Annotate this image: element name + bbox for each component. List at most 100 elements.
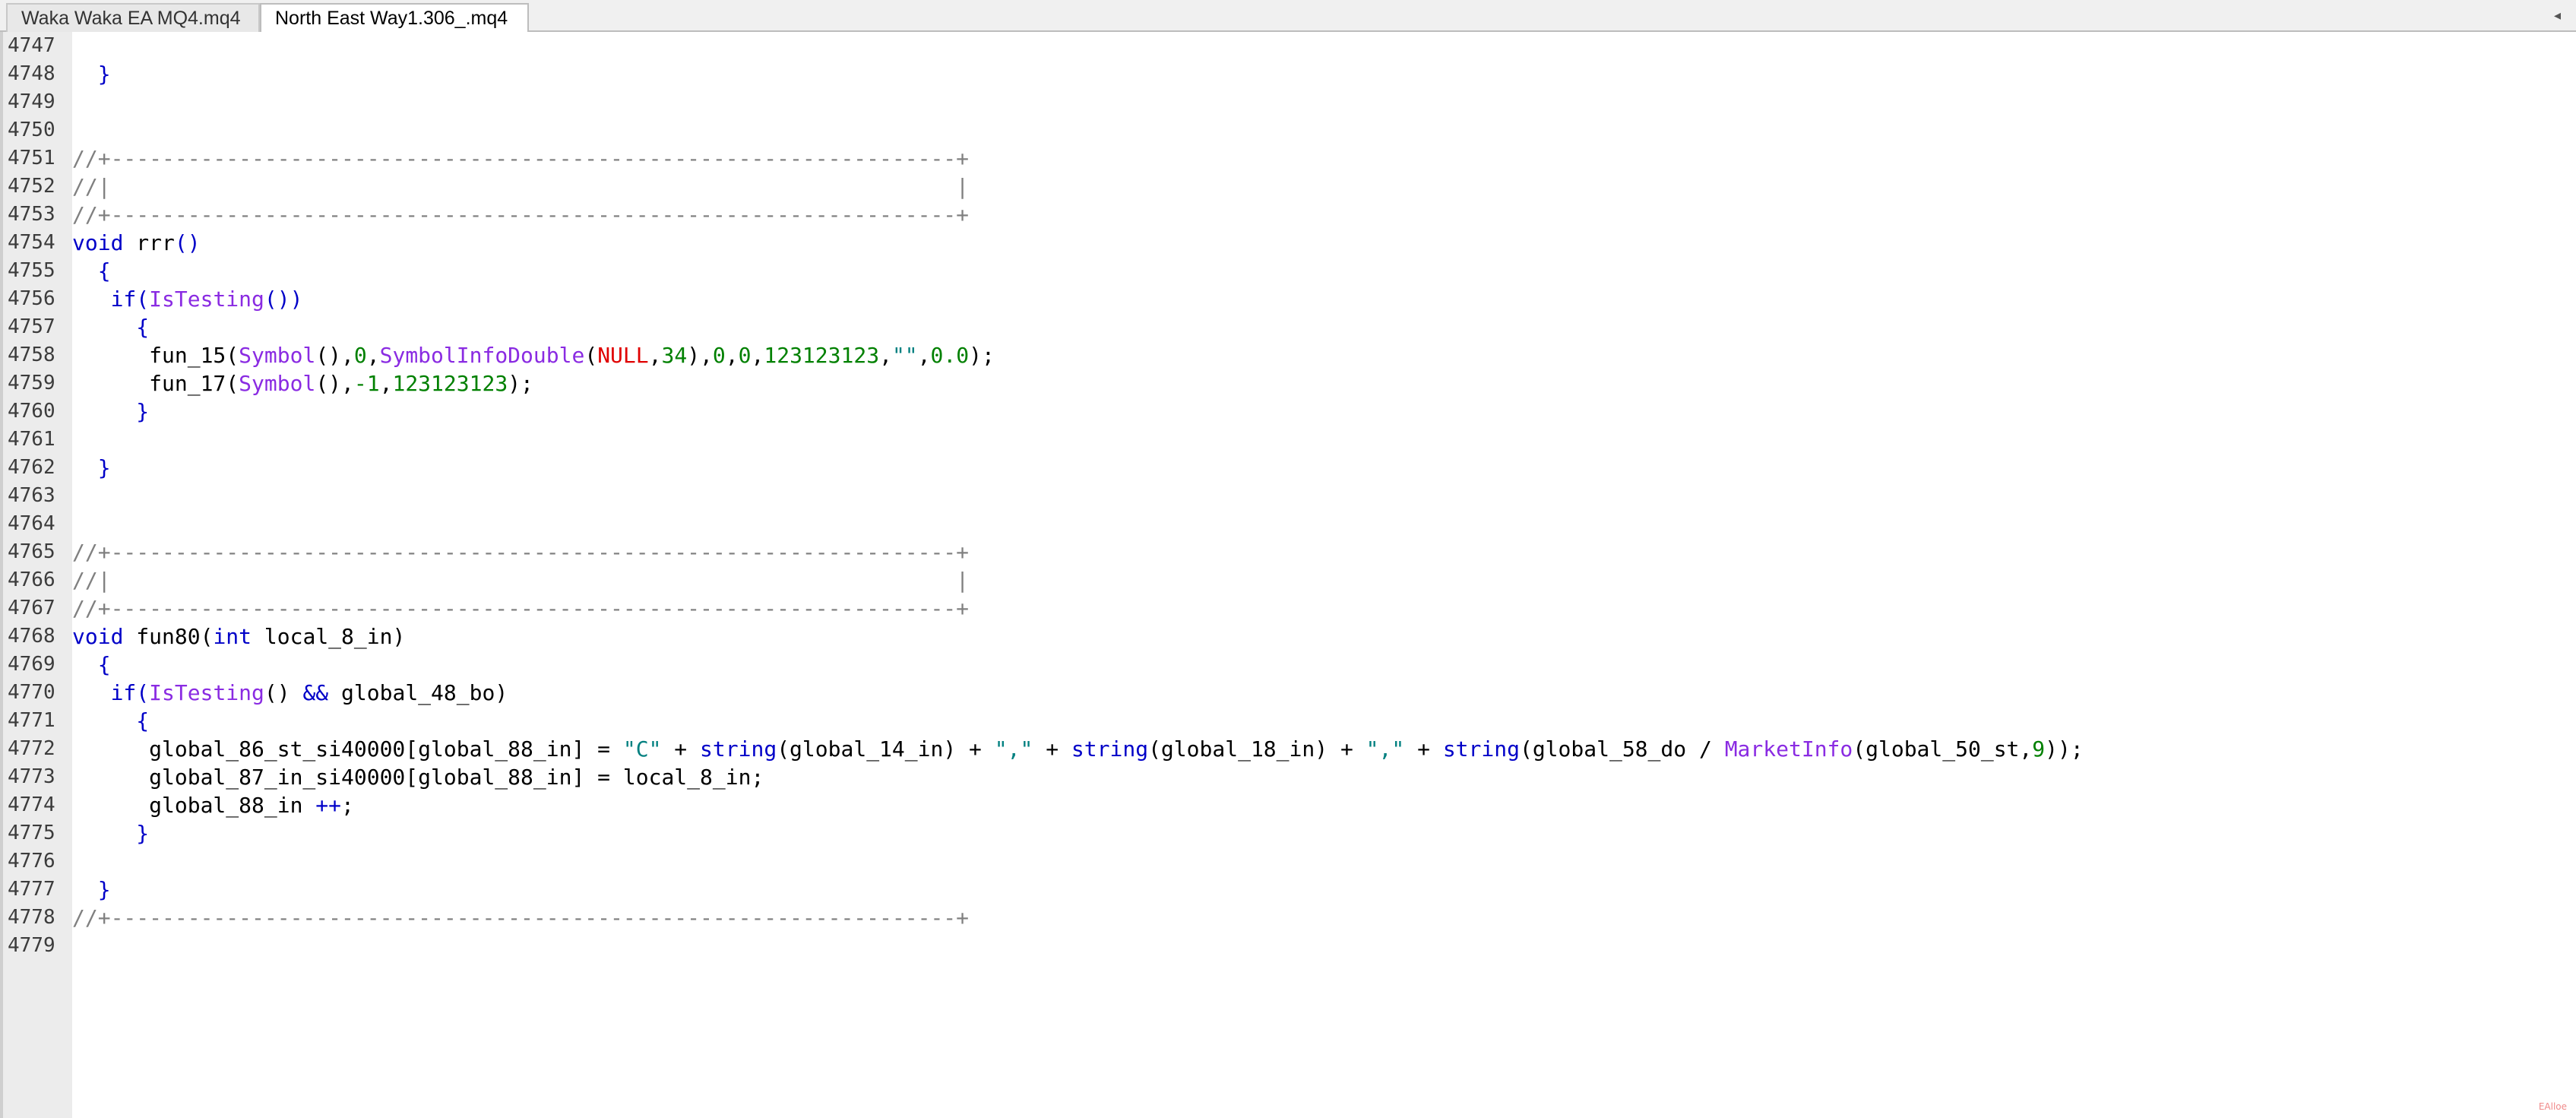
code-line[interactable]: 4749 bbox=[0, 88, 2576, 116]
code-line[interactable]: 4779 bbox=[0, 932, 2576, 960]
code-token: string bbox=[1442, 736, 1520, 762]
code-line[interactable]: 4752 //| | bbox=[0, 173, 2576, 201]
tab-waka-waka[interactable]: Waka Waka EA MQ4.mq4 bbox=[6, 3, 260, 32]
code-line[interactable]: 4759 fun_17(Symbol(),-1,123123123); bbox=[0, 369, 2576, 397]
code-token: { bbox=[136, 315, 150, 340]
code-text: if(IsTesting() && global_48_bo) bbox=[72, 679, 508, 707]
code-token: fun80( bbox=[123, 624, 214, 649]
code-line[interactable]: 4764 bbox=[0, 510, 2576, 538]
code-token: { bbox=[97, 258, 111, 283]
code-token: IsTesting bbox=[149, 287, 264, 312]
code-line[interactable]: 4770 if(IsTesting() && global_48_bo) bbox=[0, 679, 2576, 707]
code-line[interactable]: 4763 bbox=[0, 482, 2576, 510]
tab-north-east-way[interactable]: North East Way1.306_.mq4 bbox=[260, 3, 529, 33]
code-line[interactable]: 4778 //+---------------------------------… bbox=[0, 904, 2576, 932]
code-line[interactable]: 4766 //| | bbox=[0, 566, 2576, 594]
code-line[interactable]: 4776 bbox=[0, 847, 2576, 876]
code-line[interactable]: 4772 global_86_st_si40000[global_88_in] … bbox=[0, 735, 2576, 763]
code-text: //+-------------------------------------… bbox=[72, 144, 969, 173]
code-line[interactable]: 4760 } bbox=[0, 397, 2576, 426]
code-token: (global_18_in) + bbox=[1148, 736, 1366, 762]
code-text: { bbox=[72, 313, 149, 341]
code-token: if( bbox=[110, 680, 150, 705]
code-token: + bbox=[661, 736, 701, 762]
code-token: global_48_bo) bbox=[328, 680, 508, 705]
code-line[interactable]: 4767 //+---------------------------------… bbox=[0, 594, 2576, 622]
line-number: 4777 bbox=[8, 878, 55, 901]
code-line[interactable]: 4754 void rrr() bbox=[0, 229, 2576, 257]
code-token: //+-------------------------------------… bbox=[72, 202, 970, 227]
code-line[interactable]: 4756 if(IsTesting()) bbox=[0, 285, 2576, 313]
code-token: string bbox=[700, 736, 777, 762]
code-text: //| | bbox=[72, 566, 969, 594]
tab-bar: Waka Waka EA MQ4.mq4 North East Way1.306… bbox=[0, 0, 2576, 33]
code-text: { bbox=[72, 707, 149, 735]
code-line[interactable]: 4747 bbox=[0, 32, 2576, 60]
code-token: , bbox=[725, 343, 739, 368]
code-line[interactable]: 4758 fun_15(Symbol(),0,SymbolInfoDouble(… bbox=[0, 341, 2576, 369]
code-token: )); bbox=[2045, 736, 2084, 762]
code-line[interactable]: 4775 } bbox=[0, 819, 2576, 847]
code-token: "," bbox=[1366, 736, 1405, 762]
code-line[interactable]: 4753 //+---------------------------------… bbox=[0, 201, 2576, 229]
code-token: rrr bbox=[123, 230, 175, 255]
line-number: 4779 bbox=[8, 934, 55, 957]
code-token: global_86_st_si40000[global_88_in] = bbox=[72, 736, 623, 762]
code-token: ); bbox=[508, 371, 533, 396]
line-number: 4757 bbox=[8, 315, 55, 338]
code-editor[interactable]: 4747 4748 } 4749 4750 4751//+---------------… bbox=[0, 32, 2576, 1118]
code-text: global_86_st_si40000[global_88_in] = "C"… bbox=[72, 735, 2084, 763]
tab-scroll-left-icon[interactable]: ◂ bbox=[2554, 5, 2561, 27]
code-line[interactable]: 4761 bbox=[0, 426, 2576, 454]
code-line[interactable]: 4777 } bbox=[0, 876, 2576, 904]
code-line[interactable]: 4748 } bbox=[0, 60, 2576, 88]
code-text: //+-------------------------------------… bbox=[72, 594, 969, 622]
code-line[interactable]: 4773 global_87_in_si40000[global_88_in] … bbox=[0, 763, 2576, 791]
code-token: { bbox=[136, 708, 150, 733]
code-line[interactable]: 4774 global_88_in ++; bbox=[0, 791, 2576, 819]
code-token: string bbox=[1071, 736, 1149, 762]
code-line[interactable]: 4757 { bbox=[0, 313, 2576, 341]
line-number: 4760 bbox=[8, 400, 55, 423]
line-number: 4759 bbox=[8, 372, 55, 394]
code-token: ; bbox=[341, 793, 354, 818]
line-number: 4764 bbox=[8, 512, 55, 535]
code-token: global_88_in bbox=[72, 793, 316, 818]
line-number: 4752 bbox=[8, 175, 55, 198]
code-token: SymbolInfoDouble bbox=[379, 343, 585, 368]
line-number: 4750 bbox=[8, 119, 55, 141]
code-line[interactable]: 4751 //+---------------------------------… bbox=[0, 144, 2576, 173]
code-line[interactable]: 4755 { bbox=[0, 257, 2576, 285]
code-token: IsTesting bbox=[149, 680, 264, 705]
code-text: global_87_in_si40000[global_88_in] = loc… bbox=[72, 763, 764, 791]
line-number: 4763 bbox=[8, 484, 55, 507]
code-token: //| | bbox=[72, 174, 970, 199]
code-line[interactable]: 4769 { bbox=[0, 651, 2576, 679]
code-token: , bbox=[751, 343, 764, 368]
code-token: //+-------------------------------------… bbox=[72, 146, 970, 171]
code-line[interactable]: 4750 bbox=[0, 116, 2576, 144]
code-token: ++ bbox=[315, 793, 342, 818]
code-token: , bbox=[366, 343, 380, 368]
code-text: void fun80(int local_8_in) bbox=[72, 622, 405, 651]
line-number: 4755 bbox=[8, 259, 55, 282]
line-number: 4772 bbox=[8, 737, 55, 760]
line-number: 4748 bbox=[8, 62, 55, 85]
line-number: 4767 bbox=[8, 597, 55, 619]
code-line[interactable]: 4765 //+---------------------------------… bbox=[0, 538, 2576, 566]
code-line[interactable]: 4768 void fun80(int local_8_in) bbox=[0, 622, 2576, 651]
code-token: void bbox=[72, 624, 124, 649]
line-number: 4749 bbox=[8, 90, 55, 113]
code-line[interactable]: 4771 { bbox=[0, 707, 2576, 735]
code-token: ); bbox=[969, 343, 995, 368]
code-token: void bbox=[72, 230, 124, 255]
code-line[interactable]: 4762 } bbox=[0, 454, 2576, 482]
code-token: && bbox=[302, 680, 329, 705]
line-number: 4765 bbox=[8, 540, 55, 563]
code-token: ()) bbox=[264, 287, 303, 312]
code-token: ( bbox=[584, 343, 598, 368]
